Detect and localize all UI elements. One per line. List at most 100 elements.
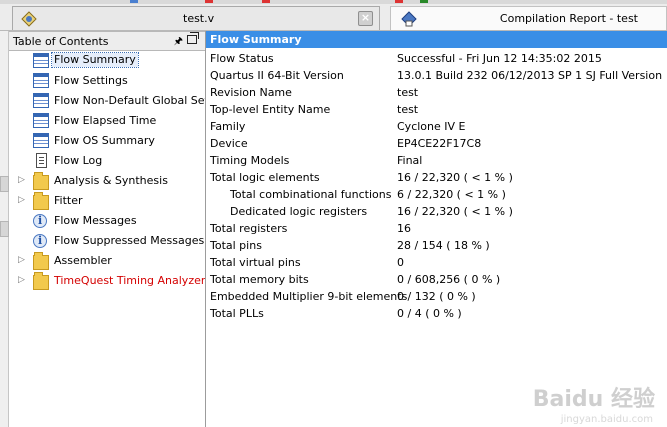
row-value: Final (397, 154, 423, 167)
tab-label: test.v (183, 12, 215, 25)
row-key: Total virtual pins (210, 256, 301, 269)
toc-item-flow-log[interactable]: Flow Log (9, 151, 205, 171)
summary-row[interactable]: Timing Models Final (206, 152, 667, 169)
toc-item-flow-messages[interactable]: Flow Messages (9, 211, 205, 231)
row-value: 0 (397, 256, 404, 269)
expand-arrow-icon[interactable]: ▷ (18, 175, 25, 185)
summary-row[interactable]: Total memory bits 0 / 608,256 ( 0 % ) (206, 271, 667, 288)
watermark: Baidu 经验 (532, 387, 655, 412)
table-icon (33, 133, 49, 148)
row-key: Revision Name (210, 86, 292, 99)
toc-tree: Flow Summary Flow Settings Flow Non-Defa… (9, 51, 205, 291)
row-value: test (397, 103, 419, 116)
summary-row[interactable]: Total pins 28 / 154 ( 18 % ) (206, 237, 667, 254)
row-value: test (397, 86, 419, 99)
row-key: Total logic elements (210, 171, 320, 184)
toc-item-flow-suppressed-messages[interactable]: Flow Suppressed Messages (9, 231, 205, 251)
row-value: 16 / 22,320 ( < 1 % ) (397, 205, 513, 218)
toc-item-label: Flow Non-Default Global Settings (54, 94, 205, 107)
row-key: Device (210, 137, 248, 150)
row-key: Dedicated logic registers (230, 205, 368, 218)
verilog-file-icon (21, 11, 37, 27)
row-key: Total memory bits (210, 273, 309, 286)
summary-table: Flow Status Successful - Fri Jun 12 14:35… (206, 50, 667, 322)
table-icon (33, 93, 49, 108)
dock-marker[interactable] (0, 221, 9, 237)
toc-item-label: Flow Summary (51, 52, 139, 68)
table-icon (33, 73, 49, 88)
toc-item-label: Flow Settings (54, 74, 128, 87)
tab-compilation-report[interactable]: Compilation Report - test (390, 6, 667, 30)
pin-icon[interactable]: 🖈 (174, 34, 183, 51)
dock-marker[interactable] (0, 176, 9, 192)
row-key: Quartus II 64-Bit Version (210, 69, 344, 82)
tab-label: Compilation Report - test (499, 12, 638, 25)
toc-item-flow-elapsed-time[interactable]: Flow Elapsed Time (9, 111, 205, 131)
summary-row[interactable]: Embedded Multiplier 9-bit elements 0 / 13… (206, 288, 667, 305)
expand-arrow-icon[interactable]: ▷ (18, 255, 25, 265)
row-key: Timing Models (210, 154, 290, 167)
table-icon (33, 53, 49, 68)
row-key: Total registers (210, 222, 288, 235)
row-value: Successful - Fri Jun 12 14:35:02 2015 (397, 52, 602, 65)
row-value: EP4CE22F17C8 (397, 137, 482, 150)
summary-row[interactable]: Flow Status Successful - Fri Jun 12 14:35… (206, 50, 667, 67)
flow-summary-panel: Flow Summary Flow Status Successful - Fri… (206, 31, 667, 427)
table-of-contents-panel: Table of Contents 🖈 Flow Summary Flow Se… (9, 31, 206, 427)
toc-item-assembler[interactable]: ▷ Assembler (9, 251, 205, 271)
compilation-report-icon (401, 11, 417, 27)
document-icon (36, 153, 47, 168)
row-key: Family (210, 120, 246, 133)
folder-icon (33, 252, 49, 270)
folder-icon (33, 272, 49, 290)
toc-item-label: Flow Messages (54, 214, 137, 227)
summary-row[interactable]: Revision Name test (206, 84, 667, 101)
row-key: Total combinational functions (230, 188, 392, 201)
row-value: 28 / 154 ( 18 % ) (397, 239, 490, 252)
row-key: Flow Status (210, 52, 274, 65)
row-value: 0 / 132 ( 0 % ) (397, 290, 476, 303)
summary-row[interactable]: Quartus II 64-Bit Version 13.0.1 Build 23… (206, 67, 667, 84)
summary-row[interactable]: Total PLLs 0 / 4 ( 0 % ) (206, 305, 667, 322)
row-value: 6 / 22,320 ( < 1 % ) (397, 188, 506, 201)
expand-arrow-icon[interactable]: ▷ (18, 195, 25, 205)
toc-item-label: Fitter (54, 194, 83, 207)
summary-row[interactable]: Total combinational functions 6 / 22,320 … (206, 186, 667, 203)
expand-arrow-icon[interactable]: ▷ (18, 275, 25, 285)
info-icon (33, 234, 47, 248)
summary-row[interactable]: Device EP4CE22F17C8 (206, 135, 667, 152)
toc-item-flow-summary[interactable]: Flow Summary (9, 51, 205, 71)
summary-row[interactable]: Total registers 16 (206, 220, 667, 237)
summary-header: Flow Summary (206, 31, 667, 48)
row-value: 16 / 22,320 ( < 1 % ) (397, 171, 513, 184)
summary-row[interactable]: Total logic elements 16 / 22,320 ( < 1 % … (206, 169, 667, 186)
toc-item-flow-os-summary[interactable]: Flow OS Summary (9, 131, 205, 151)
toc-item-label: Flow Log (54, 154, 103, 167)
toc-header: Table of Contents 🖈 (9, 31, 205, 51)
left-dock-strip (0, 31, 9, 427)
toc-item-label: Assembler (54, 254, 112, 267)
restore-window-icon[interactable] (187, 32, 199, 44)
close-tab-button[interactable]: × (358, 11, 373, 26)
info-icon (33, 214, 47, 228)
toc-item-flow-non-default-global-settings[interactable]: Flow Non-Default Global Settings (9, 91, 205, 111)
row-key: Top-level Entity Name (210, 103, 331, 116)
summary-row[interactable]: Family Cyclone IV E (206, 118, 667, 135)
row-key: Total PLLs (210, 307, 264, 320)
row-key: Embedded Multiplier 9-bit elements (210, 290, 408, 303)
summary-row[interactable]: Total virtual pins 0 (206, 254, 667, 271)
row-value: 13.0.1 Build 232 06/12/2013 SP 1 SJ Full… (397, 69, 663, 82)
tab-test-v[interactable]: test.v × (12, 6, 380, 30)
toc-item-analysis-synthesis[interactable]: ▷ Analysis & Synthesis (9, 171, 205, 191)
toc-item-label: Flow OS Summary (54, 134, 155, 147)
toc-item-timequest-timing-analyzer[interactable]: ▷ TimeQuest Timing Analyzer (9, 271, 205, 291)
toc-item-label: Flow Elapsed Time (54, 114, 157, 127)
row-value: 0 / 4 ( 0 % ) (397, 307, 462, 320)
toc-item-flow-settings[interactable]: Flow Settings (9, 71, 205, 91)
summary-row[interactable]: Dedicated logic registers 16 / 22,320 ( <… (206, 203, 667, 220)
toc-item-fitter[interactable]: ▷ Fitter (9, 191, 205, 211)
row-key: Total pins (210, 239, 262, 252)
summary-row[interactable]: Top-level Entity Name test (206, 101, 667, 118)
watermark-url: jingyan.baidu.com (560, 414, 653, 425)
row-value: Cyclone IV E (397, 120, 466, 133)
